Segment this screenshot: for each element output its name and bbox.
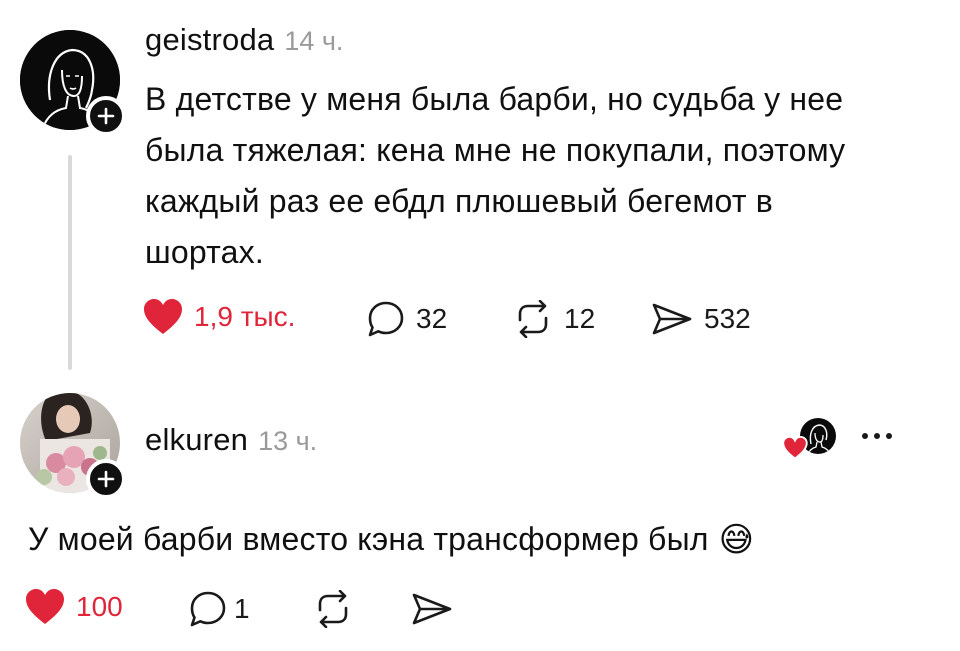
- liked-by-author-indicator: [780, 418, 840, 462]
- follow-plus-button[interactable]: [86, 459, 126, 499]
- reply-comment-button[interactable]: 1: [188, 590, 250, 628]
- comment-button[interactable]: 32: [366, 300, 447, 338]
- more-dot: [862, 433, 868, 439]
- send-share-icon: [652, 303, 692, 335]
- comment-bubble-icon: [368, 301, 404, 337]
- thread-connector-line: [68, 155, 72, 370]
- like-button[interactable]: 1,9 тыс.: [142, 298, 295, 336]
- reply-username[interactable]: elkuren: [145, 422, 248, 458]
- reply-timestamp: 13 ч.: [258, 426, 318, 456]
- post-text-line: шортах.: [145, 234, 264, 270]
- reply-share-button[interactable]: [410, 590, 454, 628]
- post-text-line: В детстве у меня была барби, но судьба у…: [145, 81, 844, 117]
- more-dot: [874, 433, 880, 439]
- post-username[interactable]: geistroda: [145, 22, 274, 58]
- heart-filled-icon: [144, 299, 182, 334]
- post-timestamp: 14 ч.: [284, 26, 344, 56]
- heart-filled-icon: [26, 589, 64, 624]
- post-header: geistroda 14 ч.: [145, 22, 343, 58]
- repost-button[interactable]: 12: [512, 300, 595, 338]
- reply-like-count: 100: [76, 591, 123, 622]
- comment-count: 32: [416, 303, 448, 334]
- repost-count: 12: [564, 303, 596, 334]
- comment-bubble-icon: [190, 591, 226, 627]
- post-text-line: каждый раз ее ебдл плюшевый бегемот в: [145, 183, 773, 219]
- post-text: В детстве у меня была барби, но судьба у…: [145, 74, 945, 278]
- send-share-icon: [412, 593, 452, 625]
- more-dot: [886, 433, 892, 439]
- like-count: 1,9 тыс.: [194, 301, 296, 332]
- reply-author-avatar[interactable]: [20, 393, 126, 499]
- sweat-smile-emoji-icon: 😅: [718, 520, 755, 559]
- plus-icon: [97, 107, 115, 125]
- heart-filled-icon: [782, 436, 808, 460]
- plus-icon: [97, 470, 115, 488]
- reply-header: elkuren 13 ч.: [145, 422, 317, 458]
- reply-text-content: У моей барби вместо кэна трансформер был: [28, 521, 709, 557]
- reply-text: У моей барби вместо кэна трансформер был…: [28, 514, 754, 565]
- share-count: 532: [704, 303, 751, 334]
- repost-icon: [518, 300, 548, 338]
- repost-icon: [318, 590, 348, 628]
- post-text-line: была тяжелая: кена мне не покупали, поэт…: [145, 132, 846, 168]
- follow-plus-button[interactable]: [86, 96, 126, 136]
- reply-like-button[interactable]: 100: [24, 588, 123, 626]
- share-button[interactable]: 532: [650, 300, 751, 338]
- reply-repost-button[interactable]: [312, 590, 354, 628]
- reply-comment-count: 1: [234, 593, 250, 624]
- post-author-avatar[interactable]: [20, 30, 126, 136]
- more-options-button[interactable]: [862, 433, 892, 439]
